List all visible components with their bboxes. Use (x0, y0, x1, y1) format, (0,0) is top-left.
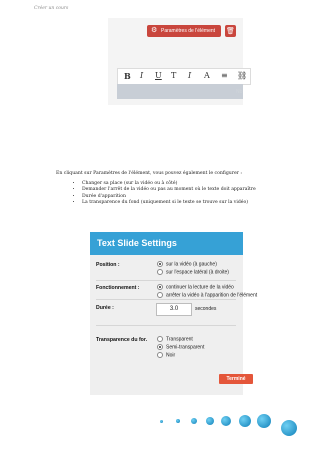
duration-input[interactable]: 3.0 (156, 303, 192, 316)
radio-icon (157, 291, 163, 298)
text-color-button[interactable]: A (204, 71, 210, 80)
radio-icon (157, 343, 163, 350)
header-text: Créer un cours (34, 6, 69, 11)
element-settings-label: Paramètres de l'élément (161, 28, 216, 34)
option-label: arrêter la vidéo à l'apparition de l'élé… (166, 292, 258, 299)
divider (96, 280, 236, 281)
done-button[interactable]: Terminé (219, 374, 253, 384)
decorative-dot (257, 414, 271, 428)
text-size-button[interactable]: T (171, 71, 176, 80)
radio-icon (157, 283, 163, 290)
position-option-side[interactable]: sur l'espace latéral (à droite) (157, 268, 229, 276)
divider (96, 299, 236, 300)
trash-icon[interactable]: 🗑 (225, 25, 236, 37)
duree-label: Durée : (96, 305, 114, 311)
transparence-label: Transparence du for. (96, 337, 148, 343)
decorative-dot (239, 415, 251, 427)
decorative-dot (221, 416, 231, 426)
fonctionnement-label: Fonctionnement : (96, 285, 140, 291)
underline-button[interactable]: U (155, 71, 162, 80)
decorative-dot (160, 420, 163, 423)
text-slide-highlight[interactable] (117, 84, 243, 99)
divider (96, 325, 236, 326)
ghost-text: Nb (236, 89, 243, 95)
fonctionnement-option-stop[interactable]: arrêter la vidéo à l'apparition de l'élé… (157, 291, 258, 299)
intro-text: En cliquant sur Paramètres de l'élément,… (56, 171, 242, 176)
radio-icon (157, 351, 163, 358)
radio-icon (157, 335, 163, 342)
list-item: La transparence du fond (uniquement si l… (82, 200, 256, 206)
option-label: Semi-transparent (166, 344, 205, 351)
decorative-dot (176, 419, 180, 423)
element-settings-button[interactable]: ⚙ Paramètres de l'élément (147, 25, 221, 37)
position-option-video[interactable]: sur la vidéo (à gauche) (157, 260, 217, 268)
italic-button[interactable]: I (140, 71, 143, 80)
option-label: continuer la lecture de la vidéo (166, 284, 234, 291)
rich-text-toolbar: B I U T I A ≡ ⛓ (117, 68, 251, 85)
option-label: sur la vidéo (à gauche) (166, 261, 217, 268)
radio-icon (157, 268, 163, 275)
dialog-title: Text Slide Settings (90, 232, 243, 255)
option-label: Noir (166, 352, 176, 359)
decorative-dot (206, 417, 214, 425)
radio-icon (157, 260, 163, 267)
align-button[interactable]: ≡ (221, 71, 228, 80)
intro-paragraph: En cliquant sur Paramètres de l'élément,… (56, 171, 242, 176)
transparence-option-noir[interactable]: Noir (157, 351, 176, 359)
gear-icon: ⚙ (151, 27, 158, 34)
transparence-option-semi[interactable]: Semi-transparent (157, 343, 205, 351)
position-label: Position : (96, 262, 120, 268)
decorative-dot (191, 418, 197, 424)
option-label: sur l'espace latéral (à droite) (166, 269, 229, 276)
fonctionnement-option-continue[interactable]: continuer la lecture de la vidéo (157, 283, 234, 291)
duration-unit: secondes (195, 306, 217, 312)
link-icon[interactable]: ⛓ (237, 71, 247, 80)
bold-button[interactable]: B (124, 71, 131, 81)
list-item: Demander l'arrêt de la vidéo ou pas au m… (82, 187, 256, 193)
option-label: Transparent (166, 336, 193, 343)
feature-list: Changer sa place (sur la vidéo ou à côté… (72, 181, 256, 207)
clear-format-button[interactable]: I (188, 71, 191, 80)
decorative-dot (281, 420, 297, 436)
transparence-option-transparent[interactable]: Transparent (157, 335, 193, 343)
